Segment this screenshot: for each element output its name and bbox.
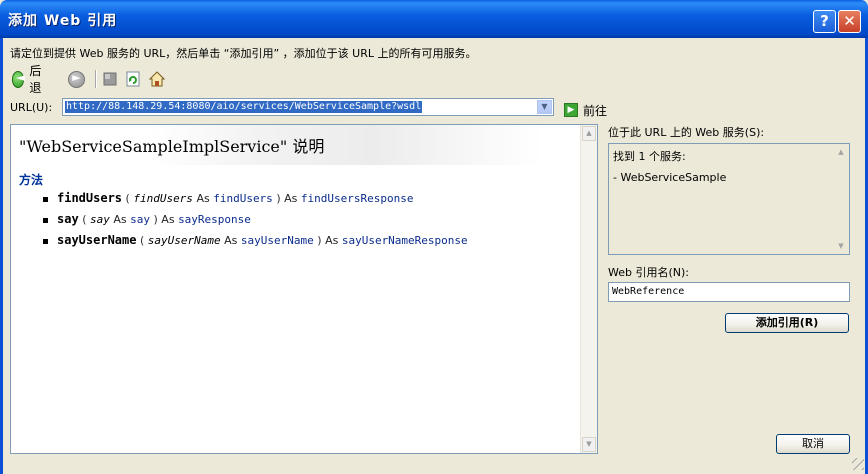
method-param: findUsers xyxy=(133,192,193,205)
home-button[interactable] xyxy=(149,68,165,90)
scroll-up-icon[interactable]: ▲ xyxy=(834,145,848,159)
go-arrow-icon[interactable]: ▶ xyxy=(564,103,578,117)
url-value: http://88.148.29.54:8080/aio/services/We… xyxy=(65,101,423,113)
add-reference-button[interactable]: 添加引用(R) xyxy=(725,313,849,333)
service-title: "WebServiceSampleImplService" 说明 xyxy=(19,137,325,156)
param-type-link[interactable]: say xyxy=(130,213,150,226)
bullet-icon xyxy=(43,238,48,244)
open-paren: ( xyxy=(82,213,87,226)
window-title: 添加 Web 引用 xyxy=(8,13,118,29)
home-icon xyxy=(149,71,165,87)
go-button[interactable]: 前往 xyxy=(583,102,607,119)
url-combobox[interactable]: http://88.148.29.54:8080/aio/services/We… xyxy=(62,98,554,116)
back-button[interactable]: ◄ 后退 xyxy=(12,64,46,95)
close-paren: ) xyxy=(317,234,322,247)
as-keyword: As xyxy=(224,234,238,247)
return-type-link[interactable]: sayResponse xyxy=(178,213,251,226)
methods-heading: 方法 xyxy=(19,173,44,187)
reference-name-label: Web 引用名(N): xyxy=(608,266,689,279)
forward-arrow-icon: ► xyxy=(68,70,85,88)
title-bar: 添加 Web 引用 ? ✕ xyxy=(0,0,868,38)
scroll-down-icon[interactable]: ▼ xyxy=(582,437,596,452)
browser-scrollbar[interactable]: ▲ ▼ xyxy=(580,125,597,453)
scroll-down-icon[interactable]: ▼ xyxy=(834,239,848,253)
back-label: 后退 xyxy=(29,64,42,95)
method-name-link[interactable]: findUsers xyxy=(57,191,122,205)
stop-icon xyxy=(103,72,117,86)
as-keyword: As xyxy=(325,234,339,247)
resize-grip-icon[interactable] xyxy=(852,458,864,470)
services-scrollbar[interactable]: ▲ ▼ xyxy=(833,144,849,254)
method-item: say ( say As say ) As sayResponse xyxy=(43,212,251,226)
param-type-link[interactable]: sayUserName xyxy=(241,234,314,247)
as-keyword: As xyxy=(196,192,210,205)
url-dropdown-button[interactable]: ▼ xyxy=(537,100,552,114)
services-found-text: 找到 1 个服务: xyxy=(613,150,686,163)
chevron-down-icon: ▼ xyxy=(541,102,548,111)
param-type-link[interactable]: findUsers xyxy=(213,192,273,205)
stop-button[interactable] xyxy=(102,68,118,90)
refresh-button[interactable] xyxy=(125,68,141,90)
services-list[interactable]: 找到 1 个服务: - WebServiceSample ▲ ▼ xyxy=(608,143,850,255)
open-paren: ( xyxy=(125,192,130,205)
help-button[interactable]: ? xyxy=(813,10,836,33)
method-param: sayUserName xyxy=(147,234,221,247)
method-item: findUsers ( findUsers As findUsers ) As … xyxy=(43,191,413,205)
scroll-up-icon[interactable]: ▲ xyxy=(582,126,596,141)
back-arrow-icon: ◄ xyxy=(12,70,25,88)
reference-name-input[interactable]: WebReference xyxy=(608,282,850,302)
close-button[interactable]: ✕ xyxy=(838,10,861,33)
method-param: say xyxy=(89,213,110,226)
return-type-link[interactable]: sayUserNameResponse xyxy=(342,234,468,247)
close-paren: ) xyxy=(276,192,281,205)
bullet-icon xyxy=(43,217,48,223)
instruction-text: 请定位到提供 Web 服务的 URL，然后单击 “添加引用” ，添加位于该 UR… xyxy=(10,47,477,60)
window-frame-left xyxy=(0,38,3,474)
close-icon: ✕ xyxy=(843,12,856,30)
url-label: URL(U): xyxy=(10,101,53,114)
close-paren: ) xyxy=(153,213,158,226)
refresh-icon xyxy=(126,71,140,87)
method-item: sayUserName ( sayUserName As sayUserName… xyxy=(43,233,468,247)
services-label: 位于此 URL 上的 Web 服务(S): xyxy=(608,126,765,139)
toolbar-separator xyxy=(95,70,97,88)
browser-pane[interactable]: "WebServiceSampleImplService" 说明 方法 find… xyxy=(10,124,598,454)
open-paren: ( xyxy=(139,234,145,247)
bullet-icon xyxy=(43,196,48,202)
method-name-link[interactable]: say xyxy=(57,212,79,226)
as-keyword: As xyxy=(161,213,175,226)
method-name-link[interactable]: sayUserName xyxy=(57,233,136,247)
help-icon: ? xyxy=(820,12,829,30)
forward-button[interactable]: ► xyxy=(68,68,85,90)
service-item: - WebServiceSample xyxy=(613,171,727,184)
as-keyword: As xyxy=(284,192,298,205)
return-type-link[interactable]: findUsersResponse xyxy=(301,192,414,205)
cancel-button[interactable]: 取消 xyxy=(776,434,850,454)
as-keyword: As xyxy=(113,213,127,226)
